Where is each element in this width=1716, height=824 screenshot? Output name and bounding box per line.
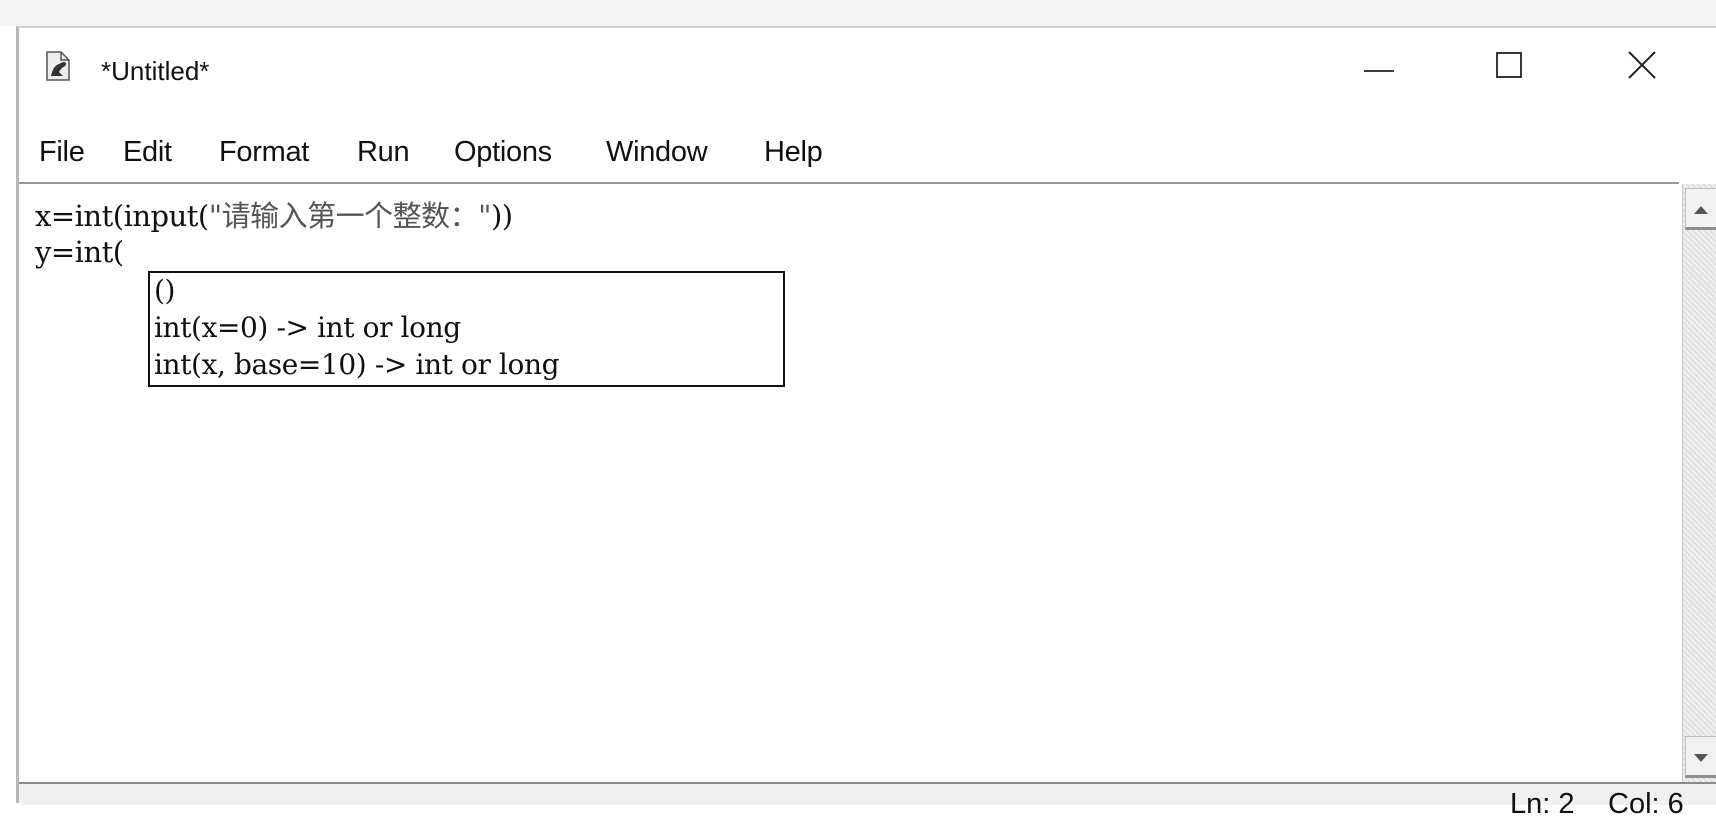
menu-edit[interactable]: Edit bbox=[123, 136, 172, 169]
menu-format[interactable]: Format bbox=[219, 136, 309, 169]
menu-options[interactable]: Options bbox=[454, 136, 552, 169]
minimize-button[interactable] bbox=[1339, 42, 1419, 92]
scroll-down-button[interactable] bbox=[1685, 736, 1716, 778]
calltip-line-3: int(x, base=10) -> int or long bbox=[154, 348, 560, 381]
calltip-line-1: () bbox=[154, 274, 176, 307]
desktop-background bbox=[0, 0, 1716, 26]
idle-python-icon bbox=[45, 50, 71, 82]
scroll-up-button[interactable] bbox=[1685, 188, 1716, 230]
idle-editor-window: *Untitled* File Edit Format Run Options … bbox=[16, 26, 1716, 820]
maximize-button[interactable] bbox=[1469, 42, 1549, 92]
window-title: *Untitled* bbox=[101, 56, 210, 86]
close-button[interactable] bbox=[1602, 42, 1682, 92]
scroll-down-arrow-icon bbox=[1694, 747, 1708, 766]
calltip-line-2: int(x=0) -> int or long bbox=[154, 311, 461, 344]
code-line-1-string: "请输入第一个整数：" bbox=[208, 199, 492, 233]
menu-file[interactable]: File bbox=[39, 136, 85, 169]
close-icon bbox=[1627, 50, 1657, 84]
code-line-2: y=int( bbox=[35, 234, 124, 270]
minimize-icon bbox=[1364, 58, 1394, 77]
calltip-popup: () int(x=0) -> int or long int(x, base=1… bbox=[148, 271, 785, 387]
menu-help[interactable]: Help bbox=[764, 136, 823, 169]
menu-run[interactable]: Run bbox=[357, 136, 410, 169]
status-column-number: Col: 6 bbox=[1608, 788, 1684, 820]
status-bar: Ln: 2 Col: 6 bbox=[19, 782, 1716, 820]
menu-window[interactable]: Window bbox=[606, 136, 708, 169]
status-line-number: Ln: 2 bbox=[1510, 788, 1575, 820]
code-editor[interactable]: x=int(input("请输入第一个整数：")) y=int( () int(… bbox=[19, 182, 1679, 782]
code-line-1-prefix: x=int(input( bbox=[35, 199, 209, 233]
title-bar[interactable]: *Untitled* bbox=[19, 28, 1716, 100]
code-line-1-suffix: )) bbox=[490, 199, 513, 233]
code-line-2-prefix: y=int( bbox=[35, 235, 124, 269]
scroll-up-arrow-icon bbox=[1694, 199, 1708, 218]
vertical-scrollbar[interactable] bbox=[1682, 184, 1716, 782]
code-line-1: x=int(input("请输入第一个整数：")) bbox=[35, 198, 513, 234]
maximize-icon bbox=[1496, 52, 1522, 82]
menu-bar: File Edit Format Run Options Window Help bbox=[19, 136, 1716, 178]
